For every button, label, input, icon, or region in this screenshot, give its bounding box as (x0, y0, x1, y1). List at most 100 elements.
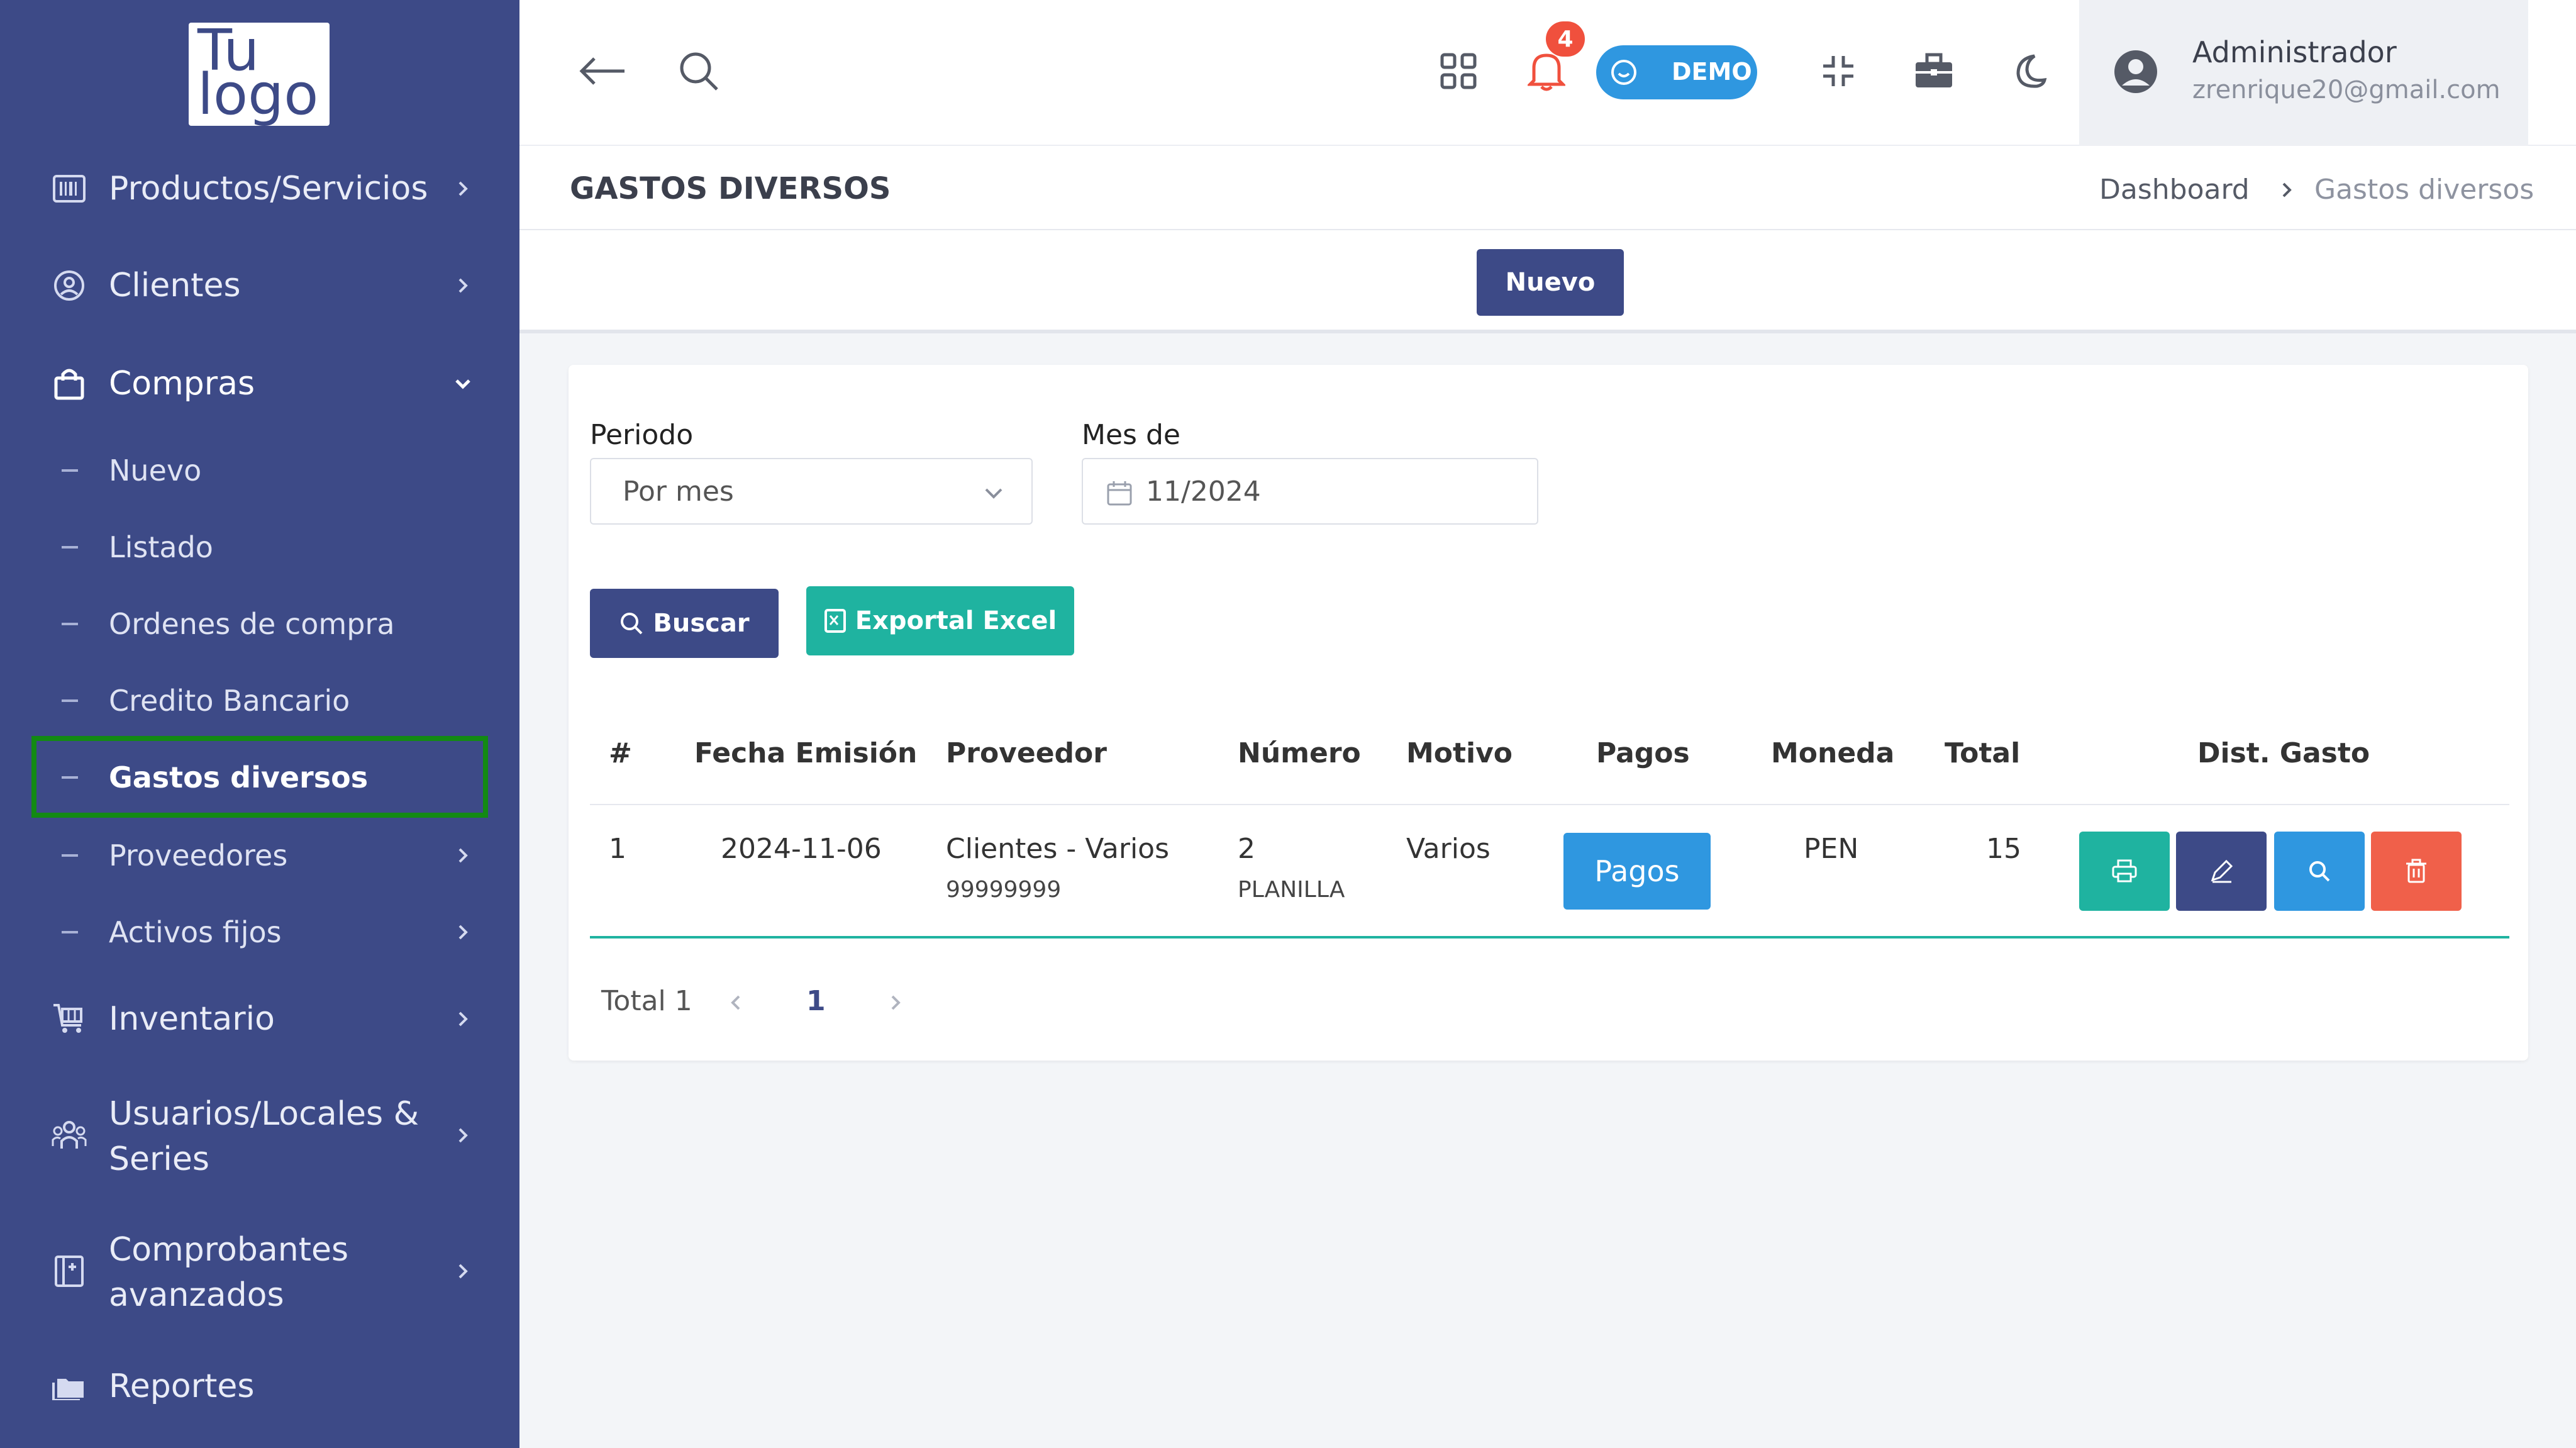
mes-value: 11/2024 (1146, 476, 1261, 508)
sidebar-subitem-nuevo[interactable]: Nuevo (0, 439, 519, 502)
mes-date-picker[interactable]: 11/2024 (1082, 458, 1538, 525)
cell-index: 1 (609, 833, 626, 865)
logo[interactable]: Tu logo (189, 23, 330, 126)
new-button[interactable]: Nuevo (1477, 249, 1624, 316)
folders-icon (50, 1367, 88, 1405)
action-bar: Nuevo (519, 230, 2576, 333)
demo-icon (1611, 60, 1636, 85)
dash-icon (62, 546, 78, 549)
export-excel-button[interactable]: Exportal Excel (806, 586, 1074, 655)
col-header-index: # (609, 737, 632, 769)
sidebar-subitem-label: Listado (109, 530, 213, 564)
sidebar-subitem-proveedores[interactable]: Proveedores (0, 824, 519, 887)
periodo-value: Por mes (623, 476, 734, 508)
sidebar-subitem-ordenes[interactable]: Ordenes de compra (0, 593, 519, 655)
pagos-button[interactable]: Pagos (1563, 833, 1711, 910)
chevron-right-icon (458, 848, 468, 863)
sidebar-item-label: Productos/Servicios (109, 170, 428, 208)
cell-proveedor: Clientes - Varios (946, 833, 1170, 865)
sidebar-subitem-gastos[interactable]: Gastos diversos (0, 746, 519, 809)
sidebar-subitem-label: Credito Bancario (109, 684, 350, 718)
sidebar-item-label: Reportes (109, 1367, 255, 1405)
cart-icon (50, 1000, 88, 1038)
trash-icon (2406, 859, 2426, 883)
compress-icon[interactable] (1810, 43, 1867, 99)
dash-icon (62, 854, 78, 857)
pager-current-page[interactable]: 1 (806, 985, 826, 1017)
search-button-label: Buscar (653, 609, 750, 638)
top-bar: 4 DEMO Administrador zrenrique20@gmail.c… (519, 0, 2576, 146)
chevron-right-icon (458, 925, 468, 940)
breadcrumb-current: Gastos diversos (2314, 174, 2534, 206)
sidebar-subitem-activos[interactable]: Activos fijos (0, 901, 519, 964)
sidebar-item-comprobantes[interactable]: Comprobantes avanzados (0, 1218, 519, 1325)
view-button[interactable] (2274, 832, 2365, 911)
demo-label: DEMO (1672, 58, 1752, 86)
demo-toggle[interactable]: DEMO (1596, 45, 1757, 99)
col-header-motivo: Motivo (1406, 737, 1513, 769)
col-header-moneda: Moneda (1771, 737, 1895, 769)
sidebar-item-compras[interactable]: Compras (0, 352, 519, 415)
sidebar-item-label: Inventario (109, 1000, 275, 1038)
sidebar-item-inventario[interactable]: Inventario (0, 988, 519, 1050)
chevron-right-icon (2282, 182, 2292, 198)
sidebar-subitem-label: Gastos diversos (109, 760, 369, 794)
file-excel-icon (824, 609, 846, 633)
sidebar-subitem-label: Nuevo (109, 454, 202, 487)
chevron-down-icon (455, 379, 470, 389)
sidebar-item-clientes[interactable]: Clientes (0, 254, 519, 317)
chevron-right-icon[interactable] (883, 990, 908, 1015)
sidebar-subitem-listado[interactable]: Listado (0, 516, 519, 579)
user-name: Administrador (2192, 35, 2397, 69)
page-header: GASTOS DIVERSOS Dashboard Gastos diverso… (519, 146, 2576, 230)
back-arrow-icon[interactable] (574, 43, 630, 99)
dash-icon (62, 931, 78, 933)
sidebar-subitem-label: Ordenes de compra (109, 607, 395, 641)
sidebar-item-label-line1: Comprobantes (109, 1231, 349, 1269)
sidebar-item-label-line1: Usuarios/Locales & (109, 1095, 419, 1133)
sidebar-item-productos[interactable]: Productos/Servicios (0, 157, 519, 220)
sidebar-item-label: Compras (109, 365, 255, 403)
users-icon (50, 1117, 88, 1154)
expenses-card: Periodo Por mes Mes de 11/2024 Buscar Ex… (569, 365, 2528, 1061)
sidebar-item-label-line2: avanzados (109, 1276, 284, 1314)
cell-numero: 2 (1238, 833, 1255, 865)
chevron-right-icon (458, 1264, 468, 1279)
sidebar-subitem-label: Proveedores (109, 838, 288, 872)
col-header-total: Total (1945, 737, 2021, 769)
search-icon (2309, 861, 2330, 882)
sidebar-item-usuarios[interactable]: Usuarios/Locales & Series (0, 1082, 519, 1189)
periodo-select[interactable]: Por mes (590, 458, 1033, 525)
search-button[interactable]: Buscar (590, 589, 779, 658)
dash-icon (62, 623, 78, 625)
table-header-divider (590, 804, 2509, 805)
document-icon (50, 1252, 88, 1290)
edit-button[interactable] (2176, 832, 2267, 911)
col-header-dist-gasto: Dist. Gasto (2197, 737, 2370, 769)
breadcrumb-dashboard[interactable]: Dashboard (2099, 174, 2250, 206)
search-icon[interactable] (670, 43, 727, 99)
dash-icon (62, 776, 78, 779)
moon-icon[interactable] (2000, 43, 2057, 99)
pager-total: Total 1 (601, 985, 692, 1017)
briefcase-icon[interactable] (1906, 43, 1962, 99)
chevron-left-icon[interactable] (723, 990, 748, 1015)
col-header-numero: Número (1238, 737, 1361, 769)
apps-grid-icon[interactable] (1430, 43, 1487, 99)
cell-motivo: Varios (1406, 833, 1491, 865)
printer-icon (2112, 859, 2137, 883)
col-header-pagos: Pagos (1596, 737, 1690, 769)
chevron-right-icon (458, 278, 468, 293)
sidebar-item-reportes[interactable]: Reportes (0, 1355, 519, 1418)
col-header-fecha: Fecha Emisión (694, 737, 918, 769)
user-menu[interactable]: Administrador zrenrique20@gmail.com (2079, 0, 2528, 146)
page-title: GASTOS DIVERSOS (570, 171, 891, 206)
cell-total: 15 (1986, 833, 2021, 865)
cell-fecha: 2024-11-06 (721, 833, 882, 865)
table-bottom-divider (590, 936, 2509, 938)
print-button[interactable] (2079, 832, 2170, 911)
search-icon (621, 613, 643, 635)
delete-button[interactable] (2371, 832, 2462, 911)
sidebar: Tu logo Productos/Servicios Clientes Com… (0, 0, 519, 1448)
sidebar-subitem-credito[interactable]: Credito Bancario (0, 669, 519, 732)
